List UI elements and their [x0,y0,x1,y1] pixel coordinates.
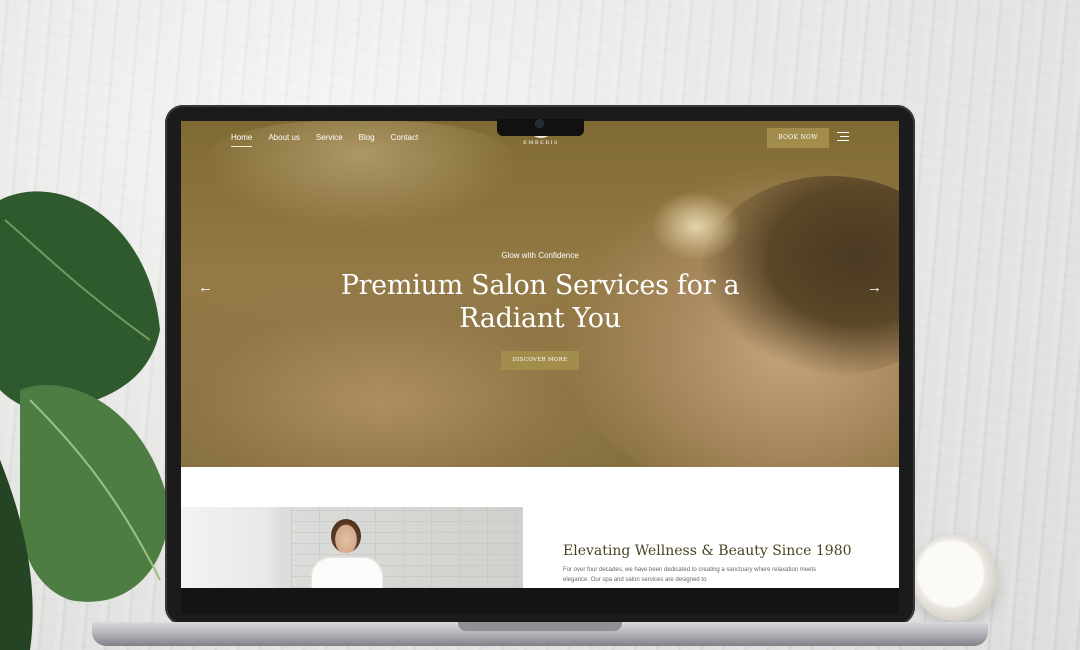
about-photo [181,507,523,588]
nav-contact[interactable]: Contact [391,133,419,147]
laptop-chin [181,588,899,614]
monstera-leaves-decoration [0,191,170,650]
hero-headline: Premium Salon Services for a Radiant You [181,269,899,335]
therapist-figure [311,557,383,588]
about-text: For over four decades, we have been dedi… [563,567,817,583]
about-section: Elevating Wellness & Beauty Since 1980 F… [181,467,899,588]
hero-headline-line2: Radiant You [459,303,621,334]
nav-about[interactable]: About us [268,133,300,147]
logo-text: EMBERIS [523,140,559,146]
about-title: Elevating Wellness & Beauty Since 1980 [563,543,852,559]
hero-section: Home About us Service Blog Contact EMBER… [181,121,899,467]
camera-icon [536,120,543,127]
website-screen: Home About us Service Blog Contact EMBER… [181,121,899,588]
hamburger-menu-icon[interactable] [837,132,849,142]
laptop-hinge-notch [458,622,622,631]
book-now-button[interactable]: BOOK NOW [767,128,829,148]
hero-eyebrow: Glow with Confidence [501,251,579,260]
cream-bowl-decoration [912,535,998,621]
nav-service[interactable]: Service [316,133,343,147]
hero-headline-line1: Premium Salon Services for a [340,270,740,301]
therapist-head [331,519,361,553]
nav-home[interactable]: Home [231,133,253,147]
nav-blog[interactable]: Blog [359,133,375,147]
main-nav: Home About us Service Blog Contact [231,133,418,147]
discover-more-button[interactable]: DISCOVER MORE [501,351,579,370]
